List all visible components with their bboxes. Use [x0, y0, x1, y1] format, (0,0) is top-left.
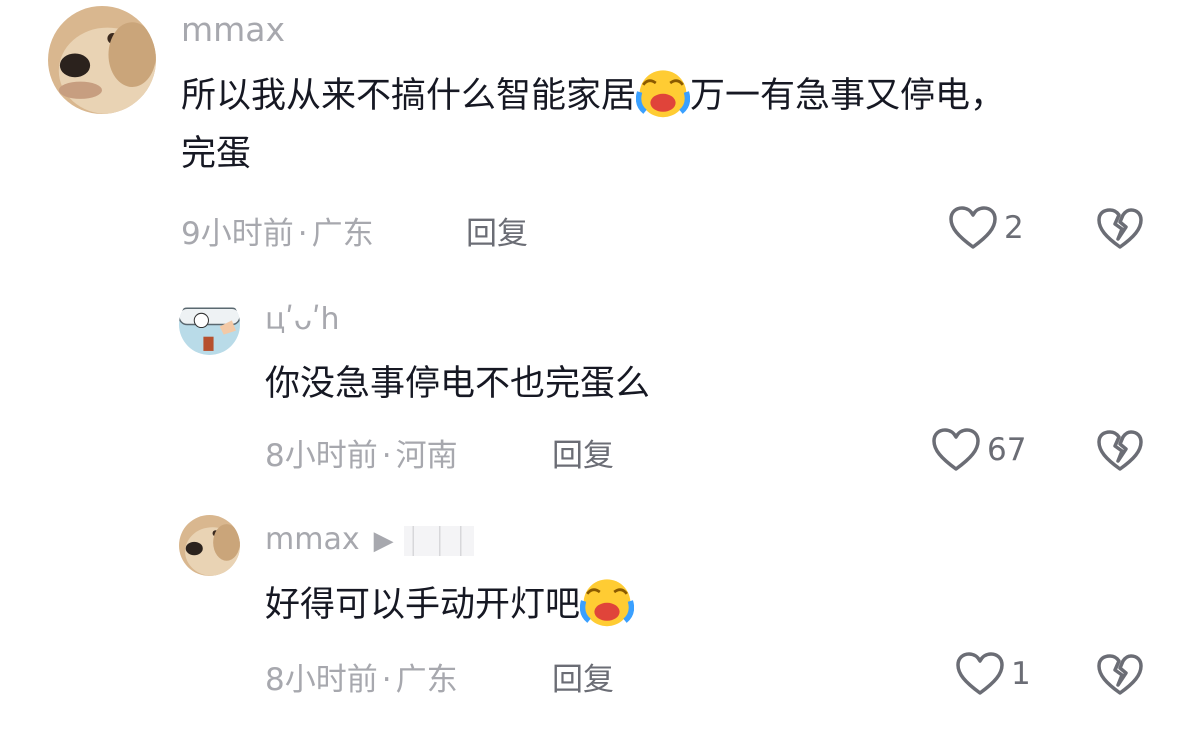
username[interactable]: цʹᴗʹh — [265, 302, 340, 337]
avatar[interactable] — [179, 294, 240, 355]
location: 河南 — [395, 438, 458, 474]
reply-arrow-icon: ▶ — [373, 526, 394, 556]
avatar[interactable] — [48, 6, 156, 114]
reply-button[interactable]: 回复 — [552, 430, 614, 475]
comment-meta: 8小时前 · 河南 — [265, 430, 458, 475]
like-count: 1 — [1011, 656, 1031, 692]
reply-target-name[interactable] — [403, 525, 474, 556]
heart-icon — [956, 652, 1004, 695]
comment-text: 好得可以手动开灯吧 — [265, 574, 1025, 634]
comment-text-part: 完蛋 — [181, 134, 252, 174]
reply-button[interactable]: 回复 — [552, 654, 614, 699]
broken-heart-icon — [1097, 654, 1143, 695]
timestamp: 9小时前 — [181, 216, 294, 252]
crying-laughing-emoji-icon — [580, 574, 635, 628]
heart-icon — [932, 428, 980, 471]
avatar[interactable] — [179, 515, 240, 576]
separator: · — [297, 216, 308, 252]
comment-meta: 9小时前 · 广东 — [181, 208, 374, 253]
like-button[interactable]: 2 — [948, 205, 1024, 251]
comment-text-part: 所以我从来不搞什么智能家居 — [181, 76, 637, 116]
broken-heart-icon — [1097, 208, 1143, 249]
like-button[interactable]: 67 — [931, 427, 1026, 473]
reply-button[interactable]: 回复 — [466, 208, 528, 253]
separator: · — [381, 662, 392, 698]
dog-avatar-icon — [179, 515, 240, 576]
broken-heart-icon — [1097, 430, 1143, 471]
dog-avatar-icon — [48, 6, 156, 114]
heart-icon — [949, 206, 997, 249]
location: 广东 — [311, 216, 374, 252]
timestamp: 8小时前 — [265, 438, 378, 474]
comment-text: 所以我从来不搞什么智能家居 万一有急事又停电， 完蛋 — [181, 65, 1141, 183]
like-count: 67 — [987, 432, 1027, 468]
dislike-button[interactable] — [1096, 207, 1144, 251]
like-count: 2 — [1004, 210, 1024, 246]
dislike-button[interactable] — [1096, 429, 1144, 473]
timestamp: 8小时前 — [265, 662, 378, 698]
comment-text-part: 好得可以手动开灯吧 — [265, 585, 581, 625]
comment-meta: 8小时前 · 广东 — [265, 654, 458, 699]
comment-text: 你没急事停电不也完蛋么 — [265, 364, 651, 404]
location: 广东 — [395, 662, 458, 698]
comment-text-part: 万一有急事又停电， — [690, 76, 1006, 116]
cartoon-avatar-icon — [179, 294, 240, 355]
like-button[interactable]: 1 — [955, 651, 1031, 697]
dislike-button[interactable] — [1096, 653, 1144, 697]
username-row: mmax ▶ — [265, 522, 474, 557]
separator: · — [381, 438, 392, 474]
username[interactable]: mmax — [265, 522, 360, 557]
crying-laughing-emoji-icon — [636, 65, 691, 119]
username[interactable]: mmax — [181, 10, 285, 49]
